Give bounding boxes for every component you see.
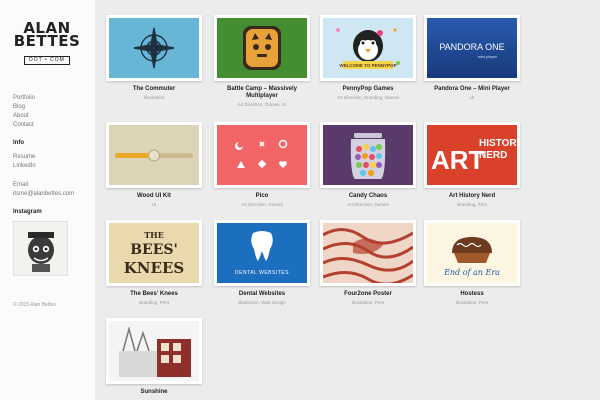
- project-tags: Art Direction, Games: [347, 202, 389, 207]
- project-tags: Art Direction, Games: [241, 202, 283, 207]
- logo-badge: DOT • COM: [24, 56, 70, 65]
- cupcake-icon: [452, 237, 492, 263]
- project-card-commuter[interactable]: The Commuter Illustration: [106, 15, 202, 101]
- project-title[interactable]: Four2one Poster: [320, 291, 416, 298]
- project-thumbnail[interactable]: [320, 220, 416, 286]
- nav-about[interactable]: About: [13, 112, 35, 121]
- project-card-hostess[interactable]: End of an Era Hostess Illustration, Prin…: [424, 220, 520, 306]
- project-tags: Illustration, Print: [351, 300, 385, 305]
- project-tags: Illustration, Web Design: [238, 300, 286, 305]
- project-thumbnail[interactable]: [320, 122, 416, 188]
- project-title[interactable]: Art History Nerd: [424, 193, 520, 200]
- instagram-heading: Instagram: [13, 209, 42, 215]
- project-title[interactable]: Candy Chaos: [320, 193, 416, 200]
- project-title[interactable]: Pandora One – Mini Player: [424, 86, 520, 93]
- history-word: HISTORY: [479, 138, 517, 149]
- info-heading: Info: [13, 140, 24, 146]
- dental-text: DENTAL WEBSITES: [235, 270, 289, 276]
- project-title[interactable]: The Bees' Knees: [106, 291, 202, 298]
- project-tags: UI: [469, 95, 475, 100]
- project-card-bees-knees[interactable]: THE BEES' KNEES The Bees' Knees Branding…: [106, 220, 202, 306]
- project-card-pico[interactable]: Pico Art Direction, Games: [214, 122, 310, 208]
- copyright: © 2015 Alan Bettes: [13, 302, 56, 308]
- project-card-battle-camp[interactable]: Battle Camp – Massively Multiplayer Art …: [214, 15, 310, 108]
- project-title[interactable]: Dental Websites: [214, 291, 310, 298]
- project-tags: Illustration, Print: [455, 300, 489, 305]
- art-word: ART: [431, 145, 485, 175]
- candy-jar-icon: [350, 133, 386, 179]
- project-tags: Branding, Print: [139, 300, 169, 305]
- pandora-title-text: PANDORA ONE: [439, 42, 504, 52]
- project-thumbnail[interactable]: WELCOME TO PENNYPOP: [320, 15, 416, 81]
- nav-portfolio[interactable]: Portfolio: [13, 94, 35, 103]
- project-card-art-history[interactable]: ART HISTORY NERD Art History Nerd Brandi…: [424, 122, 520, 208]
- email-link[interactable]: itsme@alanbettes.com: [13, 190, 74, 199]
- project-tags: Art Direction, Branding, Games: [336, 95, 400, 100]
- project-title[interactable]: Wood UI Kit: [106, 193, 202, 200]
- project-thumbnail[interactable]: [106, 318, 202, 384]
- project-card-pennypop[interactable]: WELCOME TO PENNYPOP PennyPop Games Art D…: [320, 15, 416, 101]
- slider-knob-icon: [148, 149, 160, 162]
- project-title[interactable]: Sunshine: [106, 389, 202, 396]
- project-title[interactable]: Hostess: [424, 291, 520, 298]
- project-thumbnail[interactable]: [106, 15, 202, 81]
- nav-contact[interactable]: Contact: [13, 121, 35, 130]
- project-card-candy-chaos[interactable]: Candy Chaos Art Direction, Games: [320, 122, 416, 208]
- project-tags: UI: [151, 202, 157, 207]
- penguin-icon: [353, 30, 383, 62]
- project-title[interactable]: Pico: [214, 193, 310, 200]
- resume-link[interactable]: Resume: [13, 153, 36, 162]
- hostess-text: End of an Era: [443, 268, 500, 277]
- email-label: Email:: [13, 182, 30, 188]
- project-card-four2one[interactable]: Four2one Poster Illustration, Print: [320, 220, 416, 306]
- instagram-photo[interactable]: [13, 221, 68, 276]
- bees-line-3: KNEES: [124, 259, 184, 277]
- project-title[interactable]: PennyPop Games: [320, 86, 416, 93]
- instagram-illustration: [14, 222, 67, 275]
- project-card-pandora[interactable]: PANDORA ONE mini player Pandora One – Mi…: [424, 15, 520, 101]
- project-thumbnail[interactable]: [106, 122, 202, 188]
- project-thumbnail[interactable]: End of an Era: [424, 220, 520, 286]
- linkedin-link[interactable]: LinkedIn: [13, 162, 36, 171]
- penny-banner-text: WELCOME TO PENNYPOP: [339, 63, 396, 68]
- bees-line-2: BEES': [130, 242, 178, 258]
- project-thumbnail[interactable]: ART HISTORY NERD: [424, 122, 520, 188]
- bees-line-1: THE: [144, 230, 164, 240]
- project-title[interactable]: Battle Camp – Massively Multiplayer: [214, 86, 310, 100]
- sidebar: ALAN BETTES DOT • COM Portfolio Blog Abo…: [0, 0, 95, 400]
- project-thumbnail[interactable]: DENTAL WEBSITES: [214, 220, 310, 286]
- project-tags: Branding, Print: [457, 202, 487, 207]
- email-block: Email: itsme@alanbettes.com: [13, 181, 74, 199]
- project-tags: Art Direction, Games, UI: [237, 102, 287, 107]
- project-card-sunshine[interactable]: Sunshine: [106, 318, 202, 396]
- main-nav: Portfolio Blog About Contact: [13, 94, 35, 130]
- project-thumbnail[interactable]: [214, 15, 310, 81]
- project-card-wood-ui[interactable]: Wood UI Kit UI: [106, 122, 202, 208]
- pandora-sub-text: mini player: [478, 54, 498, 59]
- nav-blog[interactable]: Blog: [13, 103, 35, 112]
- info-links: Resume LinkedIn: [13, 153, 36, 171]
- project-tags: Illustration: [143, 95, 165, 100]
- project-thumbnail[interactable]: THE BEES' KNEES: [106, 220, 202, 286]
- project-thumbnail[interactable]: PANDORA ONE mini player: [424, 15, 520, 81]
- logo-line-2: BETTES: [13, 32, 81, 50]
- project-title[interactable]: The Commuter: [106, 86, 202, 93]
- site-logo[interactable]: ALAN BETTES DOT • COM: [12, 21, 82, 66]
- project-card-dental[interactable]: DENTAL WEBSITES Dental Websites Illustra…: [214, 220, 310, 306]
- project-thumbnail[interactable]: [214, 122, 310, 188]
- nerd-word: NERD: [479, 150, 507, 161]
